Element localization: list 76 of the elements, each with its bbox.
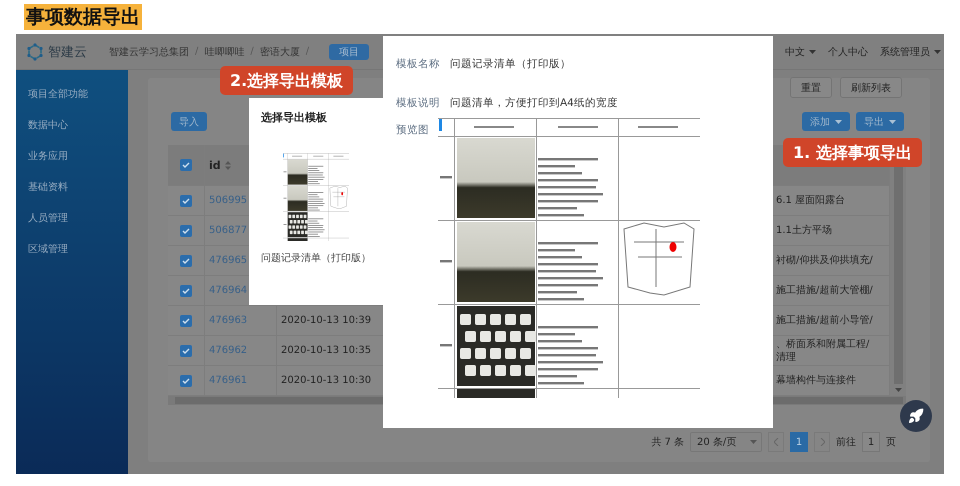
field-label: 模板说明: [396, 96, 440, 110]
checkbox[interactable]: [180, 374, 192, 386]
import-button[interactable]: 导入: [171, 112, 207, 131]
caret-icon: [809, 50, 816, 54]
toolbar-button[interactable]: 重置: [790, 77, 832, 98]
goto-label: 前往: [836, 436, 856, 449]
chevron-right-icon: [820, 438, 824, 446]
field-label: 预览图: [396, 123, 429, 138]
breadcrumb-link[interactable]: 密语大厦: [260, 44, 300, 58]
checkmark-icon: [182, 198, 190, 204]
checkmark-icon: [182, 318, 190, 324]
page-button[interactable]: 1: [790, 432, 808, 452]
checkbox[interactable]: [180, 224, 192, 236]
column-header: id: [209, 158, 221, 172]
checkbox[interactable]: [180, 254, 192, 266]
checkbox[interactable]: [180, 344, 192, 356]
sidebar-item[interactable]: 区域管理: [28, 241, 128, 259]
total-count: 共 7 条: [651, 436, 684, 449]
field-value: 问题清单，方便打印到A4纸的宽度: [450, 96, 618, 110]
header-menu-link[interactable]: 个人中心: [828, 44, 868, 58]
toolbar-button[interactable]: 刷新列表: [840, 77, 902, 98]
template-name[interactable]: 问题记录清单（打印版）: [261, 251, 371, 265]
checkmark-icon: [182, 288, 190, 294]
sidebar-item[interactable]: 业务应用: [28, 148, 128, 166]
breadcrumb-link[interactable]: 智建云学习总集团: [109, 44, 189, 58]
checkmark-icon: [182, 162, 190, 168]
caret-icon: [889, 120, 896, 124]
checkmark-icon: [182, 258, 190, 264]
table-cell: 、桥面系和附属工程/ 清理: [776, 338, 870, 364]
page-suffix: 页: [886, 436, 896, 449]
checkmark-icon: [182, 348, 190, 354]
table-cell: 6.1 屋面阳露台: [776, 194, 846, 207]
sort-icon: [224, 160, 231, 170]
caret-icon: [750, 440, 757, 444]
checkbox[interactable]: [180, 159, 192, 171]
table-cell: 幕墙构件与连接件: [776, 374, 856, 387]
checkbox[interactable]: [180, 314, 192, 326]
field-label: 模板名称: [396, 57, 440, 71]
page-size-select[interactable]: 20 条/页: [690, 432, 762, 452]
breadcrumb-separator: /: [306, 46, 310, 57]
table-cell: 施工措施/超前大管棚/: [776, 284, 873, 297]
dialog-title: 选择导出模板: [261, 110, 328, 125]
field-value: 问题记录清单（打印版）: [450, 57, 571, 71]
breadcrumb-link[interactable]: 哇唧唧哇: [204, 44, 244, 58]
header-menu-link[interactable]: 中文: [785, 44, 816, 58]
table-cell: 施工措施/超前小导管/: [776, 314, 873, 327]
step-callout-tooltip: 1. 选择事项导出: [783, 138, 922, 167]
checkmark-icon: [182, 228, 190, 234]
checkmark-icon: [182, 378, 190, 384]
step-callout-tooltip: 2.选择导出模板: [220, 66, 354, 95]
table-cell: 衬砌/仰拱及仰拱填充/: [776, 254, 873, 267]
rocket-icon: [908, 408, 924, 424]
project-badge: 项目: [329, 44, 370, 60]
sidebar-item[interactable]: 项目全部功能: [28, 86, 128, 104]
caret-icon: [934, 50, 941, 54]
sidebar-item[interactable]: 人员管理: [28, 210, 128, 228]
caret-icon: [894, 388, 902, 392]
header-menu-link[interactable]: 系统管理员: [880, 44, 941, 58]
table-cell: 1.1土方平场: [776, 224, 832, 237]
table-cell: 2020-10-13 10:39: [281, 315, 372, 326]
sidebar-item[interactable]: 数据中心: [28, 117, 128, 135]
logo-icon: [26, 42, 44, 60]
table-cell: 2020-10-13 10:30: [281, 375, 372, 386]
page-input[interactable]: 1: [862, 432, 880, 452]
checkbox[interactable]: [180, 284, 192, 296]
dropdown-button[interactable]: 导出: [856, 112, 904, 131]
caret-icon: [835, 120, 842, 124]
logo-text: 智建云: [48, 44, 87, 60]
sidebar-item[interactable]: 基础资料: [28, 179, 128, 197]
dropdown-button[interactable]: 添加: [802, 112, 850, 131]
checkbox[interactable]: [180, 194, 192, 206]
page-title: 事项数据导出: [24, 4, 142, 30]
table-cell: 2020-10-13 10:35: [281, 345, 372, 356]
breadcrumb-separator: /: [195, 46, 198, 57]
breadcrumb-separator: /: [250, 46, 254, 57]
chevron-left-icon: [774, 438, 778, 446]
